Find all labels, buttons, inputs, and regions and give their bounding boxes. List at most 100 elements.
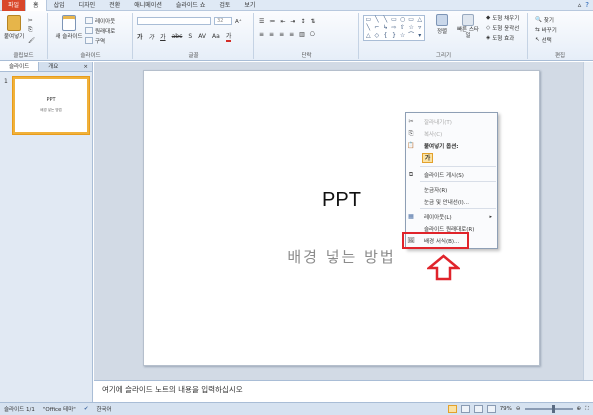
- strikethrough-button[interactable]: abc: [172, 33, 183, 40]
- tab-design[interactable]: 디자인: [72, 0, 103, 11]
- cut-button[interactable]: ✂: [28, 16, 33, 25]
- brush-icon: 🖌: [28, 37, 35, 44]
- font-color-button[interactable]: 가: [225, 31, 232, 42]
- shape-fill-button[interactable]: ◆ 도형 채우기: [486, 13, 519, 22]
- align-center-icon[interactable]: ≡: [269, 31, 274, 38]
- slide-sorter-button[interactable]: [460, 405, 470, 413]
- tab-outline-pane[interactable]: 개요: [39, 62, 67, 71]
- help-icon[interactable]: ?: [585, 1, 589, 9]
- tab-slides-pane[interactable]: 슬라이드: [0, 62, 40, 71]
- increase-indent-icon[interactable]: ⇥: [290, 18, 295, 25]
- shapes-gallery[interactable]: ▭ ╲ ╲ ▭ ○ ▭ △ ╲ ⌐ ↳ ⇨ ⇧ ☆ ▿ △ ◇{} ☆ ⌒ ▾: [363, 15, 425, 41]
- shape-outline-label: 도형 윤곽선: [492, 25, 520, 32]
- zoom-slider[interactable]: [524, 405, 573, 413]
- format-painter-button[interactable]: 🖌: [28, 36, 35, 45]
- tab-review[interactable]: 검토: [212, 0, 237, 11]
- spell-check-icon[interactable]: ✔: [84, 406, 89, 412]
- zoom-in-icon[interactable]: ⊕: [577, 406, 582, 412]
- justify-icon[interactable]: ≡: [289, 31, 294, 38]
- notes-pane[interactable]: 여기에 슬라이드 노트의 내용을 입력하십시오: [94, 380, 593, 402]
- underline-button[interactable]: 가: [160, 32, 166, 41]
- menu-item-copy[interactable]: ⎘ 복사(C): [406, 128, 497, 139]
- tab-home[interactable]: 홈: [25, 0, 47, 11]
- slide-thumbnail[interactable]: PPT 배경 넣는 방법: [13, 77, 89, 134]
- replace-button[interactable]: ⇆ 바꾸기: [535, 25, 557, 34]
- tab-animations[interactable]: 애니메이션: [127, 0, 169, 11]
- menu-item-ruler[interactable]: 눈금자(R): [406, 184, 497, 195]
- find-label: 찾기: [543, 17, 554, 24]
- tab-file[interactable]: 파일: [2, 0, 26, 11]
- menu-item-publish-slides[interactable]: ⧉ 슬라이드 게시(S): [406, 169, 497, 180]
- columns-icon[interactable]: ▥: [299, 31, 305, 38]
- slide-editing-area: PPT 배경 넣는 방법: [94, 62, 593, 380]
- close-pane-icon[interactable]: ×: [83, 62, 92, 71]
- submenu-arrow-icon: ▸: [489, 213, 492, 220]
- slides-pane: 슬라이드 개요 × 1 PPT 배경 넣는 방법: [0, 62, 93, 402]
- minimize-ribbon-icon[interactable]: ▵: [578, 1, 582, 9]
- clipboard-group-label: 클립보드: [13, 53, 34, 59]
- font-name-combo[interactable]: [137, 17, 211, 25]
- zoom-level[interactable]: 79%: [500, 406, 512, 412]
- font-size-combo[interactable]: 32: [214, 17, 232, 25]
- text-direction-icon[interactable]: ⇅: [310, 18, 315, 25]
- zoom-slider-thumb[interactable]: [551, 405, 555, 413]
- select-label: 선택: [541, 37, 552, 44]
- paste-button[interactable]: 붙여넣기: [4, 15, 24, 40]
- fill-icon: ◆: [486, 14, 491, 21]
- shadow-button[interactable]: S: [188, 33, 192, 40]
- menu-item-paste-options: 📋 붙여넣기 옵션:: [406, 140, 497, 151]
- italic-button[interactable]: 가: [149, 32, 155, 41]
- shape-fill-label: 도형 채우기: [492, 15, 520, 22]
- vertical-scrollbar[interactable]: [583, 62, 593, 380]
- new-slide-button[interactable]: 새 슬라이드: [55, 15, 83, 40]
- thumbnail-number: 1: [4, 78, 8, 85]
- change-case-button[interactable]: Aa: [212, 33, 220, 40]
- fit-to-window-icon[interactable]: ⛶: [585, 406, 589, 413]
- quick-styles-button[interactable]: 빠른 스타일: [456, 14, 480, 39]
- paragraph-group-label: 단락: [301, 53, 312, 59]
- bold-button[interactable]: 가: [137, 32, 143, 41]
- align-right-icon[interactable]: ≡: [279, 31, 284, 38]
- spacing-button[interactable]: AV: [198, 33, 206, 40]
- reset-icon: [85, 27, 93, 34]
- shape-effects-button[interactable]: ◈ 도형 효과: [486, 33, 514, 42]
- clipboard-icon: 📋: [407, 142, 415, 149]
- menu-item-cut[interactable]: ✂ 잘라내기(T): [406, 116, 497, 127]
- section-button[interactable]: 구역: [85, 36, 105, 45]
- menu-item-grid-guides[interactable]: 눈금 및 안내선(I)...: [406, 196, 497, 207]
- menu-item-layout[interactable]: ▦ 레이아웃(L) ▸: [406, 211, 497, 222]
- language[interactable]: 한국어: [96, 405, 111, 413]
- layout-button[interactable]: 레이아웃: [85, 16, 115, 25]
- outline-icon: ◇: [486, 24, 491, 31]
- numbering-icon[interactable]: ≔: [269, 18, 275, 25]
- tab-view[interactable]: 보기: [237, 0, 262, 11]
- line-spacing-icon[interactable]: ↕: [300, 18, 305, 25]
- bullets-icon[interactable]: ☰: [259, 18, 264, 25]
- grow-font-button[interactable]: A⁺: [235, 17, 242, 26]
- select-button[interactable]: ↖ 선택: [535, 35, 552, 44]
- smartart-icon[interactable]: ⎔: [310, 31, 315, 38]
- align-left-icon[interactable]: ≡: [259, 31, 264, 38]
- find-button[interactable]: 🔍 찾기: [535, 15, 554, 24]
- tab-transitions[interactable]: 전환: [102, 0, 127, 11]
- paste-keep-text-button[interactable]: 가: [422, 153, 433, 163]
- reset-button[interactable]: 원래대로: [85, 26, 115, 35]
- normal-view-button[interactable]: [447, 405, 457, 413]
- red-up-arrow-icon: [427, 254, 460, 281]
- layout-icon: [85, 17, 93, 24]
- notes-placeholder: 여기에 슬라이드 노트의 내용을 입력하십시오: [102, 385, 243, 394]
- tab-insert[interactable]: 삽입: [47, 0, 72, 11]
- reading-view-button[interactable]: [473, 405, 483, 413]
- tab-slideshow[interactable]: 슬라이드 쇼: [169, 0, 213, 11]
- shape-outline-button[interactable]: ◇ 도형 윤곽선: [486, 23, 519, 32]
- slideshow-view-button[interactable]: [486, 405, 496, 413]
- thumbnail-subtitle: 배경 넣는 방법: [40, 108, 62, 112]
- reset-label: 원래대로: [95, 28, 116, 35]
- arrange-button[interactable]: 정렬: [436, 14, 448, 35]
- ribbon: 붙여넣기 ✂ ⎘ 🖌 클립보드 새 슬라이드 레이아웃 원래대로 구역 슬라이드…: [0, 11, 593, 61]
- decrease-indent-icon[interactable]: ⇤: [280, 18, 285, 25]
- menu-separator: [420, 208, 496, 209]
- copy-button[interactable]: ⎘: [28, 26, 32, 35]
- slide-subtitle[interactable]: 배경 넣는 방법: [144, 246, 539, 267]
- zoom-out-icon[interactable]: ⊖: [516, 406, 521, 412]
